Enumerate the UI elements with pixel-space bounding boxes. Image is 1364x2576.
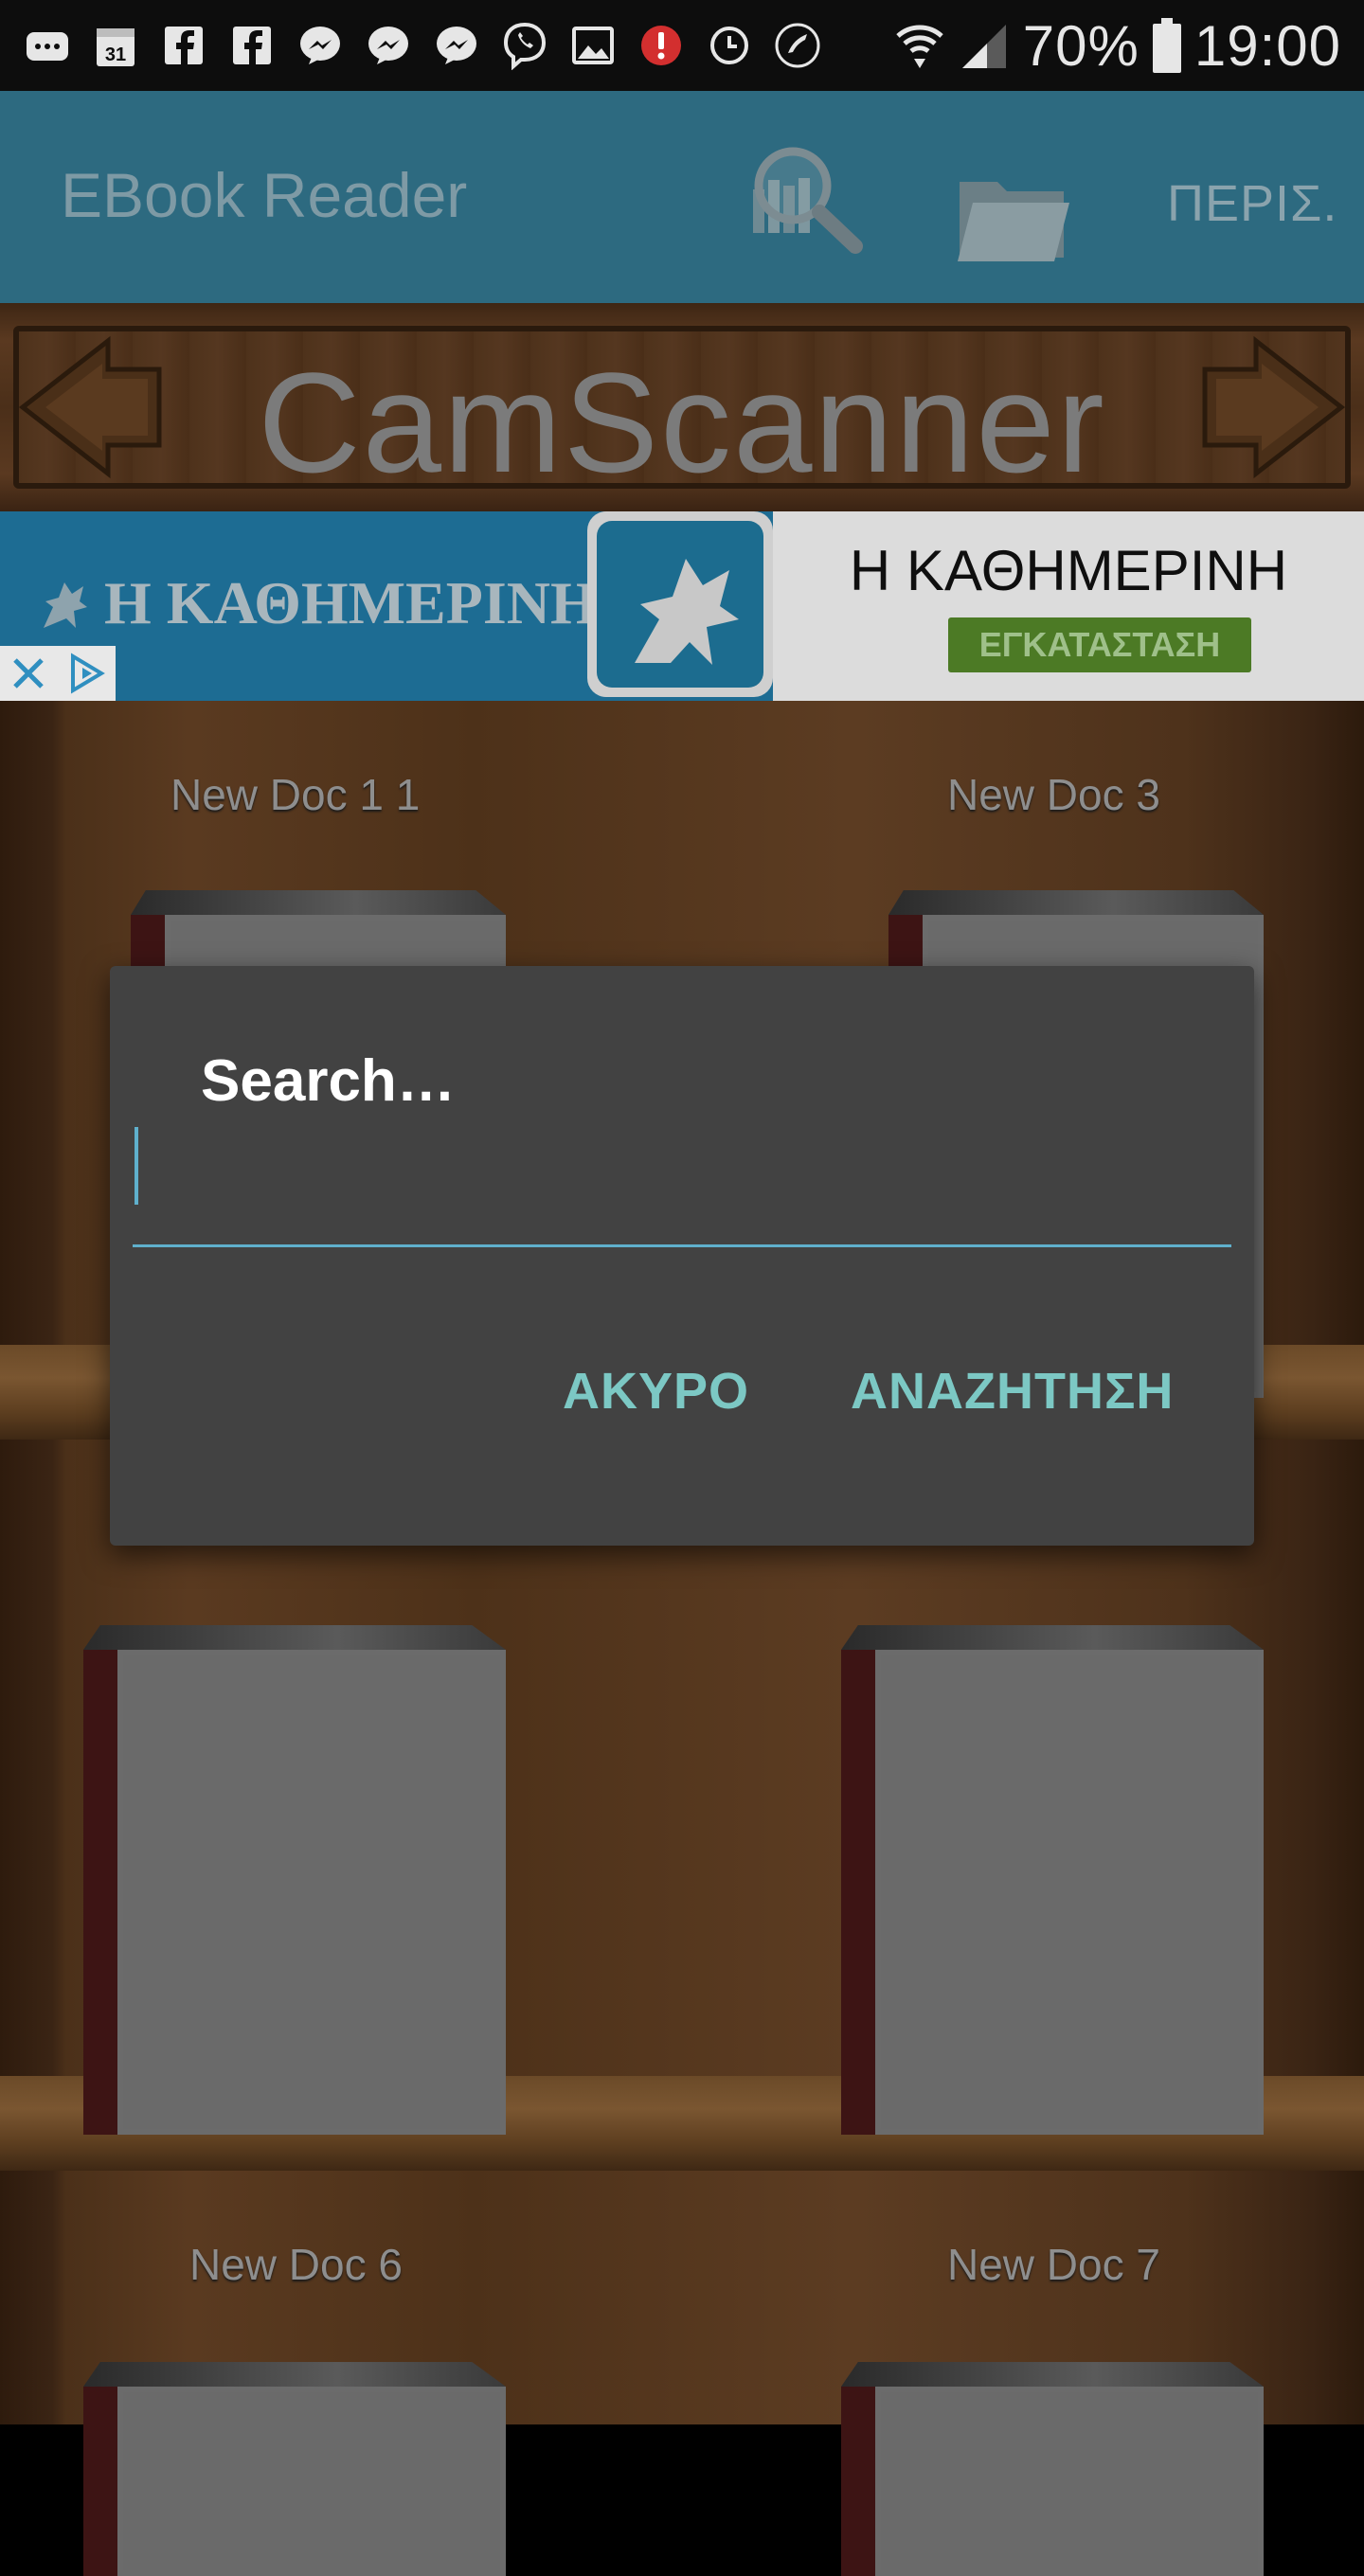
messenger-icon — [362, 19, 415, 72]
search-dialog: Search… ΑΚΥΡΟ ΑΝΑΖΗΤΗΣΗ — [110, 966, 1254, 1546]
book-label: New Doc 1 1 — [170, 770, 421, 819]
system-status: 70% 19:00 — [894, 9, 1341, 81]
close-icon — [13, 658, 44, 689]
open-folder-button[interactable] — [952, 165, 1075, 269]
griffin-icon — [44, 582, 87, 628]
battery-icon — [1152, 18, 1181, 73]
viber-icon — [498, 19, 551, 72]
about-menu[interactable]: ΠΕΡΙΣ. — [1167, 174, 1337, 233]
book-cover[interactable] — [841, 2362, 1264, 2576]
book-label: New Doc 6 — [189, 2240, 403, 2289]
search-input[interactable] — [133, 1119, 1231, 1247]
book-cover[interactable] — [841, 1625, 1264, 2135]
search-books-button[interactable] — [744, 140, 867, 254]
book-label: New Doc 3 — [947, 770, 1160, 819]
ad-banner[interactable]: Η ΚΑΘΗΜΕΡΙΝΗ Η ΚΑΘΗΜΕΡΙΝΗ ΕΓΚΑΤΑΣΤΑΣΗ — [0, 511, 1364, 701]
search-icon — [753, 147, 863, 254]
ad-choices-button[interactable] — [57, 646, 116, 701]
calendar-icon: 31 — [89, 19, 142, 72]
ad-cta-panel: Η ΚΑΘΗΜΕΡΙΝΗ ΕΓΚΑΤΑΣΤΑΣΗ — [773, 511, 1364, 701]
battery-percent: 70% — [1022, 13, 1140, 78]
ad-brand-text: Η ΚΑΘΗΜΕΡΙΝΗ — [104, 569, 598, 636]
gallery-icon — [566, 19, 619, 72]
alarm-icon — [703, 19, 756, 72]
ad-install-button[interactable]: ΕΓΚΑΤΑΣΤΑΣΗ — [948, 617, 1251, 672]
calendar-day: 31 — [105, 45, 126, 65]
call-icon — [771, 19, 824, 72]
ad-choices-icon — [71, 653, 105, 694]
ad-app-logo — [587, 511, 773, 697]
messenger-icon — [294, 19, 347, 72]
app-title: EBook Reader — [61, 160, 468, 230]
next-shelf-button[interactable] — [1195, 331, 1347, 483]
text-cursor — [135, 1127, 138, 1205]
shelf-header: CamScanner — [0, 303, 1364, 511]
wifi-icon — [896, 25, 943, 68]
shelf-title: CamScanner — [258, 343, 1106, 502]
clock: 19:00 — [1194, 13, 1341, 78]
facebook-icon — [225, 19, 278, 72]
cancel-button[interactable]: ΑΚΥΡΟ — [563, 1362, 749, 1421]
griffin-logo-icon — [635, 559, 739, 665]
notification-icons: 31 — [21, 17, 824, 74]
messenger-icon — [430, 19, 483, 72]
search-button[interactable]: ΑΝΑΖΗΤΗΣΗ — [851, 1362, 1174, 1421]
ad-app-name: Η ΚΑΘΗΜΕΡΙΝΗ — [849, 539, 1288, 602]
chat-icon — [21, 19, 74, 72]
ad-close-button[interactable] — [0, 646, 57, 701]
folder-icon — [958, 182, 1069, 261]
alert-icon — [635, 19, 688, 72]
book-label: New Doc 7 — [947, 2240, 1160, 2289]
bookshelf: New Doc 1 1 New Doc 3 New Doc 6 New Doc … — [0, 701, 1364, 2576]
arrow-right-icon — [1202, 335, 1346, 479]
ad-brand-logo: Η ΚΑΘΗΜΕΡΙΝΗ — [38, 568, 598, 638]
app-bar: EBook Reader ΠΕΡΙΣ. — [0, 91, 1364, 303]
book-cover[interactable] — [83, 2362, 506, 2576]
facebook-icon — [157, 19, 210, 72]
signal-icon — [961, 25, 1006, 68]
status-bar: 31 70% 19:00 — [0, 0, 1364, 91]
dialog-title: Search… — [201, 1048, 456, 1114]
book-cover[interactable] — [83, 1625, 506, 2135]
